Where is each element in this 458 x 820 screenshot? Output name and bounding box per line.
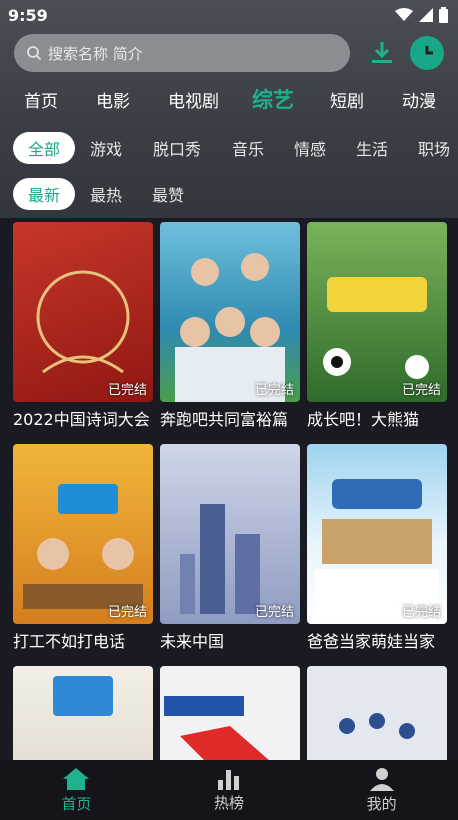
poster-art (315, 479, 439, 619)
status-badge: 已完结 (254, 605, 294, 620)
show-title: 2022中国诗词大会 (13, 410, 150, 429)
nav-label: 热榜 (214, 793, 245, 812)
show-card[interactable] (13, 666, 153, 760)
sort-most-liked[interactable]: 最赞 (150, 178, 186, 210)
poster-art (164, 696, 269, 760)
show-poster: 已完结 (13, 222, 153, 402)
clock-icon (425, 46, 433, 55)
poster-art (23, 484, 143, 609)
nav-home[interactable]: 首页 (0, 760, 153, 820)
search-placeholder: 搜索名称 简介 (48, 44, 143, 63)
show-title: 未来中国 (160, 632, 225, 651)
chart-icon (218, 769, 239, 790)
filter-talkshow[interactable]: 脱口秀 (150, 132, 204, 164)
tab-short[interactable]: 短剧 (330, 87, 364, 112)
show-poster: 已完结 (160, 222, 300, 402)
tab-movie[interactable]: 电影 (96, 87, 130, 112)
tab-variety[interactable]: 综艺 (252, 84, 294, 114)
category-tabs: 首页 电影 电视剧 综艺 短剧 动漫 (0, 84, 458, 114)
download-icon (372, 42, 392, 63)
show-poster (160, 666, 300, 760)
show-poster: 已完结 (307, 222, 447, 402)
bottom-navigation: 首页 热榜 我的 (0, 760, 458, 820)
sort-filter-row: 最新 最热 最赞 (0, 178, 458, 210)
show-card[interactable] (160, 666, 300, 760)
nav-ranking[interactable]: 热榜 (153, 760, 306, 820)
signal-icon (419, 8, 433, 22)
status-badge: 已完结 (107, 383, 147, 398)
filter-music[interactable]: 音乐 (230, 132, 266, 164)
filter-life[interactable]: 生活 (354, 132, 390, 164)
genre-filter-row: 全部 游戏 脱口秀 音乐 情感 生活 职场 (0, 132, 458, 164)
show-poster (13, 666, 153, 760)
show-poster: 已完结 (307, 444, 447, 624)
status-time: 9:59 (8, 5, 48, 25)
status-badge: 已完结 (254, 383, 294, 398)
poster-art (53, 676, 113, 716)
wifi-icon (395, 8, 413, 21)
show-card[interactable]: 已完结 打工不如打电话 (13, 444, 153, 652)
search-row: 搜索名称 简介 (14, 34, 444, 72)
status-icons (395, 7, 448, 23)
battery-icon (439, 7, 448, 23)
nav-label: 首页 (61, 794, 92, 813)
show-card[interactable] (307, 666, 447, 760)
poster-art (180, 504, 260, 614)
nav-label: 我的 (366, 794, 397, 813)
user-icon (369, 767, 394, 791)
status-bar: 9:59 (0, 0, 458, 30)
show-title: 奔跑吧共同富裕篇 (160, 410, 289, 429)
show-title: 打工不如打电话 (13, 632, 126, 651)
poster-art (323, 277, 429, 379)
sort-newest[interactable]: 最新 (13, 178, 75, 210)
tab-home[interactable]: 首页 (24, 87, 58, 112)
tab-anime[interactable]: 动漫 (402, 87, 436, 112)
show-card[interactable]: 已完结 成长吧！大熊猫 (307, 222, 447, 430)
filter-emotion[interactable]: 情感 (292, 132, 328, 164)
filter-game[interactable]: 游戏 (88, 132, 124, 164)
poster-art (175, 253, 285, 402)
sort-hottest[interactable]: 最热 (88, 178, 124, 210)
show-poster: 已完结 (13, 444, 153, 624)
show-title: 爸爸当家萌娃当家 (307, 632, 436, 651)
nav-profile[interactable]: 我的 (305, 760, 458, 820)
poster-art (339, 713, 415, 739)
home-icon (63, 767, 90, 790)
search-input[interactable]: 搜索名称 简介 (14, 34, 350, 72)
status-badge: 已完结 (401, 605, 441, 620)
history-button[interactable] (410, 36, 444, 70)
show-poster: 已完结 (160, 444, 300, 624)
show-card[interactable]: 已完结 奔跑吧共同富裕篇 (160, 222, 300, 430)
show-title: 成长吧！大熊猫 (307, 410, 420, 429)
show-poster (307, 666, 447, 760)
show-card[interactable]: 已完结 爸爸当家萌娃当家 (307, 444, 447, 652)
filter-workplace[interactable]: 职场 (416, 132, 452, 164)
status-badge: 已完结 (107, 605, 147, 620)
filter-all[interactable]: 全部 (13, 132, 75, 164)
search-icon (27, 46, 42, 61)
show-card[interactable]: 已完结 2022中国诗词大会 (13, 222, 153, 430)
status-badge: 已完结 (401, 383, 441, 398)
tab-tv[interactable]: 电视剧 (168, 87, 219, 112)
show-card[interactable]: 已完结 未来中国 (160, 444, 300, 652)
download-button[interactable] (369, 40, 395, 70)
content-grid: 已完结 2022中国诗词大会 已完结 奔跑吧共同富裕篇 已完结 成长吧！大熊猫 (0, 222, 458, 760)
poster-art (36, 270, 130, 374)
